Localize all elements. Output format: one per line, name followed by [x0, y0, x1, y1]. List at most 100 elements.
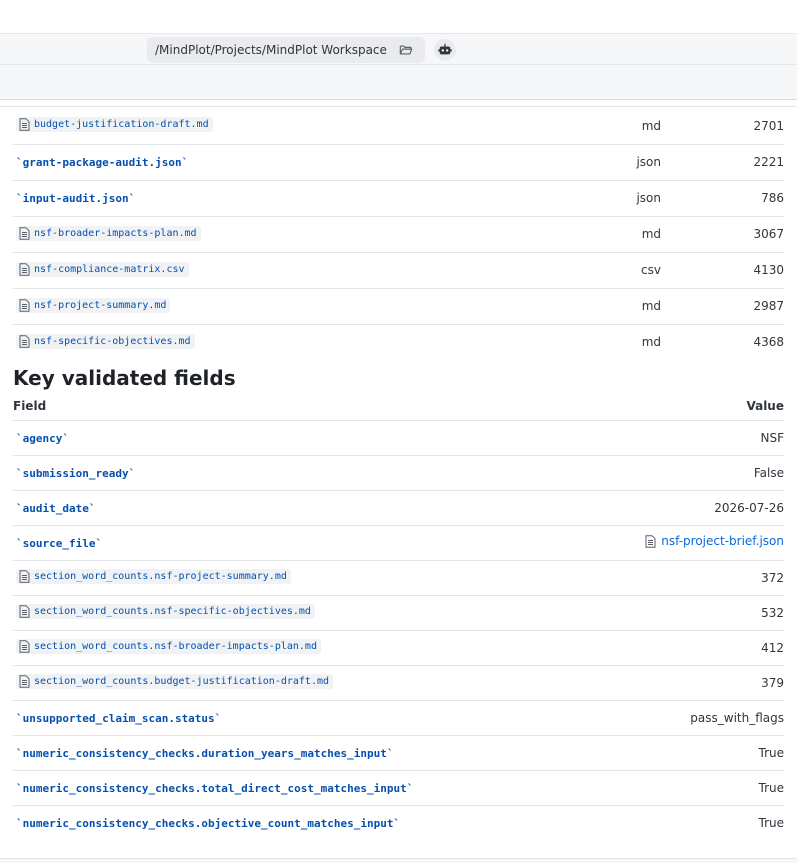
source-file-link[interactable]: nsf-project-brief.json — [645, 534, 784, 548]
document-icon — [19, 226, 30, 240]
table-row: `grant-package-audit.json` json 2221 — [13, 144, 784, 181]
field-value: False — [753, 465, 784, 480]
document-icon — [645, 534, 656, 548]
file-link[interactable]: section_word_counts.nsf-specific-objecti… — [16, 604, 315, 619]
app-header — [0, 0, 797, 34]
robot-glyph — [438, 43, 452, 55]
field-name-cell: `agency` — [13, 420, 586, 456]
table-row: section_word_counts.nsf-broader-impacts-… — [13, 630, 784, 666]
field-value: 532 — [761, 605, 784, 620]
file-link[interactable]: section_word_counts.nsf-broader-impacts-… — [16, 639, 321, 654]
file-link[interactable]: section_word_counts.budget-justification… — [16, 674, 334, 689]
code-field-name: `source_file` — [16, 536, 103, 550]
file-size-cell: 2221 — [663, 144, 784, 181]
workspace-path-field[interactable]: /MindPlot/Projects/MindPlot Workspace — [147, 37, 425, 63]
field-value: 372 — [761, 570, 784, 585]
file-size-cell: 3067 — [663, 216, 784, 253]
file-size-cell: 786 — [663, 180, 784, 217]
field-value: 379 — [761, 675, 784, 690]
field-value: NSF — [760, 430, 785, 445]
field-value-cell: False — [585, 455, 784, 491]
file-name: section_word_counts.nsf-specific-objecti… — [34, 606, 311, 617]
table-row: `numeric_consistency_checks.objective_co… — [13, 805, 784, 840]
workspace-path-text: /MindPlot/Projects/MindPlot Workspace — [155, 43, 387, 57]
file-type-cell: md — [573, 288, 663, 325]
file-size-cell: 2987 — [663, 288, 784, 325]
field-value: True — [758, 745, 785, 760]
validated-fields-table: Field Value `agency` NSF `submission_ready… — [13, 392, 784, 840]
code-field-name: `numeric_consistency_checks.total_direct… — [16, 781, 414, 795]
field-name-cell: section_word_counts.nsf-broader-impacts-… — [13, 630, 586, 666]
field-value-cell: 379 — [585, 665, 784, 701]
bottom-edge — [0, 858, 797, 863]
field-name-cell: `submission_ready` — [13, 455, 586, 491]
field-name-cell: section_word_counts.nsf-specific-objecti… — [13, 595, 586, 631]
file-link[interactable]: nsf-broader-impacts-plan.md — [16, 225, 201, 241]
field-value-cell: 2026-07-26 — [585, 490, 784, 526]
file-type-cell: md — [573, 216, 663, 253]
robot-icon[interactable] — [434, 39, 456, 61]
document-icon — [19, 334, 30, 348]
file-link[interactable]: nsf-compliance-matrix.csv — [16, 261, 189, 277]
field-value: pass_with_flags — [690, 710, 784, 725]
file-link[interactable]: nsf-project-summary.md — [16, 297, 171, 313]
code-field-name: `numeric_consistency_checks.objective_co… — [16, 816, 401, 830]
file-name-cell: budget-justification-draft.md — [13, 108, 573, 145]
validated-fields-heading: Key validated fields — [13, 366, 236, 390]
table-row: section_word_counts.nsf-specific-objecti… — [13, 595, 784, 631]
scroll-edge — [0, 100, 797, 107]
table-row: `numeric_consistency_checks.total_direct… — [13, 770, 785, 806]
file-link[interactable]: budget-justification-draft.md — [16, 117, 213, 133]
field-value: True — [758, 780, 785, 795]
field-name-cell: `audit_date` — [13, 490, 586, 526]
folder-open-icon[interactable] — [399, 43, 413, 57]
field-value-cell: 412 — [585, 630, 784, 666]
document-icon — [19, 298, 30, 312]
file-link[interactable]: section_word_counts.nsf-project-summary.… — [16, 569, 291, 584]
table-row: `source_file` nsf-project-brief.json — [13, 525, 784, 561]
table-row: `input-audit.json` json 786 — [13, 180, 784, 217]
field-value: True — [758, 815, 785, 830]
table-row: `numeric_consistency_checks.duration_yea… — [13, 735, 785, 771]
field-value-cell: 532 — [585, 595, 784, 631]
file-name: section_word_counts.nsf-project-summary.… — [34, 571, 287, 582]
code-field-name: `unsupported_claim_scan.status` — [16, 711, 222, 725]
field-value-cell: True — [585, 770, 785, 806]
table-row: nsf-project-summary.md md 2987 — [13, 288, 784, 325]
field-value-cell: 372 — [585, 560, 784, 596]
code-field-name: `numeric_consistency_checks.duration_yea… — [16, 746, 394, 760]
table-row: budget-justification-draft.md md 2701 — [13, 108, 784, 145]
table-row: `unsupported_claim_scan.status` pass_with… — [13, 700, 784, 736]
document-icon — [19, 675, 30, 688]
table-row: `audit_date` 2026-07-26 — [13, 490, 784, 526]
field-value: 2026-07-26 — [714, 500, 784, 515]
file-link[interactable]: nsf-specific-objectives.md — [16, 333, 195, 349]
table-row: `agency` NSF — [13, 420, 785, 456]
document-icon — [19, 118, 30, 132]
table-row: `submission_ready` False — [13, 455, 784, 491]
file-size-cell: 2701 — [663, 108, 784, 145]
file-name: section_word_counts.nsf-broader-impacts-… — [34, 641, 317, 652]
file-type-cell: csv — [573, 252, 663, 289]
file-type-cell: md — [641, 335, 661, 350]
file-name-cell: nsf-broader-impacts-plan.md — [13, 216, 573, 253]
document-icon — [19, 570, 30, 583]
file-size-cell: 4368 — [753, 335, 784, 350]
code-field-name: `grant-package-audit.json` — [16, 156, 189, 169]
file-name: section_word_counts.budget-justification… — [34, 676, 330, 687]
field-name-cell: `unsupported_claim_scan.status` — [13, 700, 586, 736]
file-name: nsf-specific-objectives.md — [34, 335, 191, 347]
file-type-cell: md — [573, 108, 663, 145]
column-header-value: Value — [585, 392, 784, 421]
field-value-cell: pass_with_flags — [585, 700, 784, 736]
file-name: nsf-compliance-matrix.csv — [34, 263, 185, 275]
field-value-cell: NSF — [585, 420, 785, 456]
document-icon — [19, 605, 30, 618]
code-field-name: `input-audit.json` — [16, 192, 136, 205]
code-field-name: `agency` — [16, 431, 69, 445]
file-name-cell: `input-audit.json` — [13, 180, 573, 217]
source-file-name: nsf-project-brief.json — [661, 534, 784, 549]
table-row: section_word_counts.nsf-project-summary.… — [13, 560, 784, 596]
table-row: section_word_counts.budget-justification… — [13, 665, 784, 701]
file-type-cell: json — [573, 180, 663, 217]
